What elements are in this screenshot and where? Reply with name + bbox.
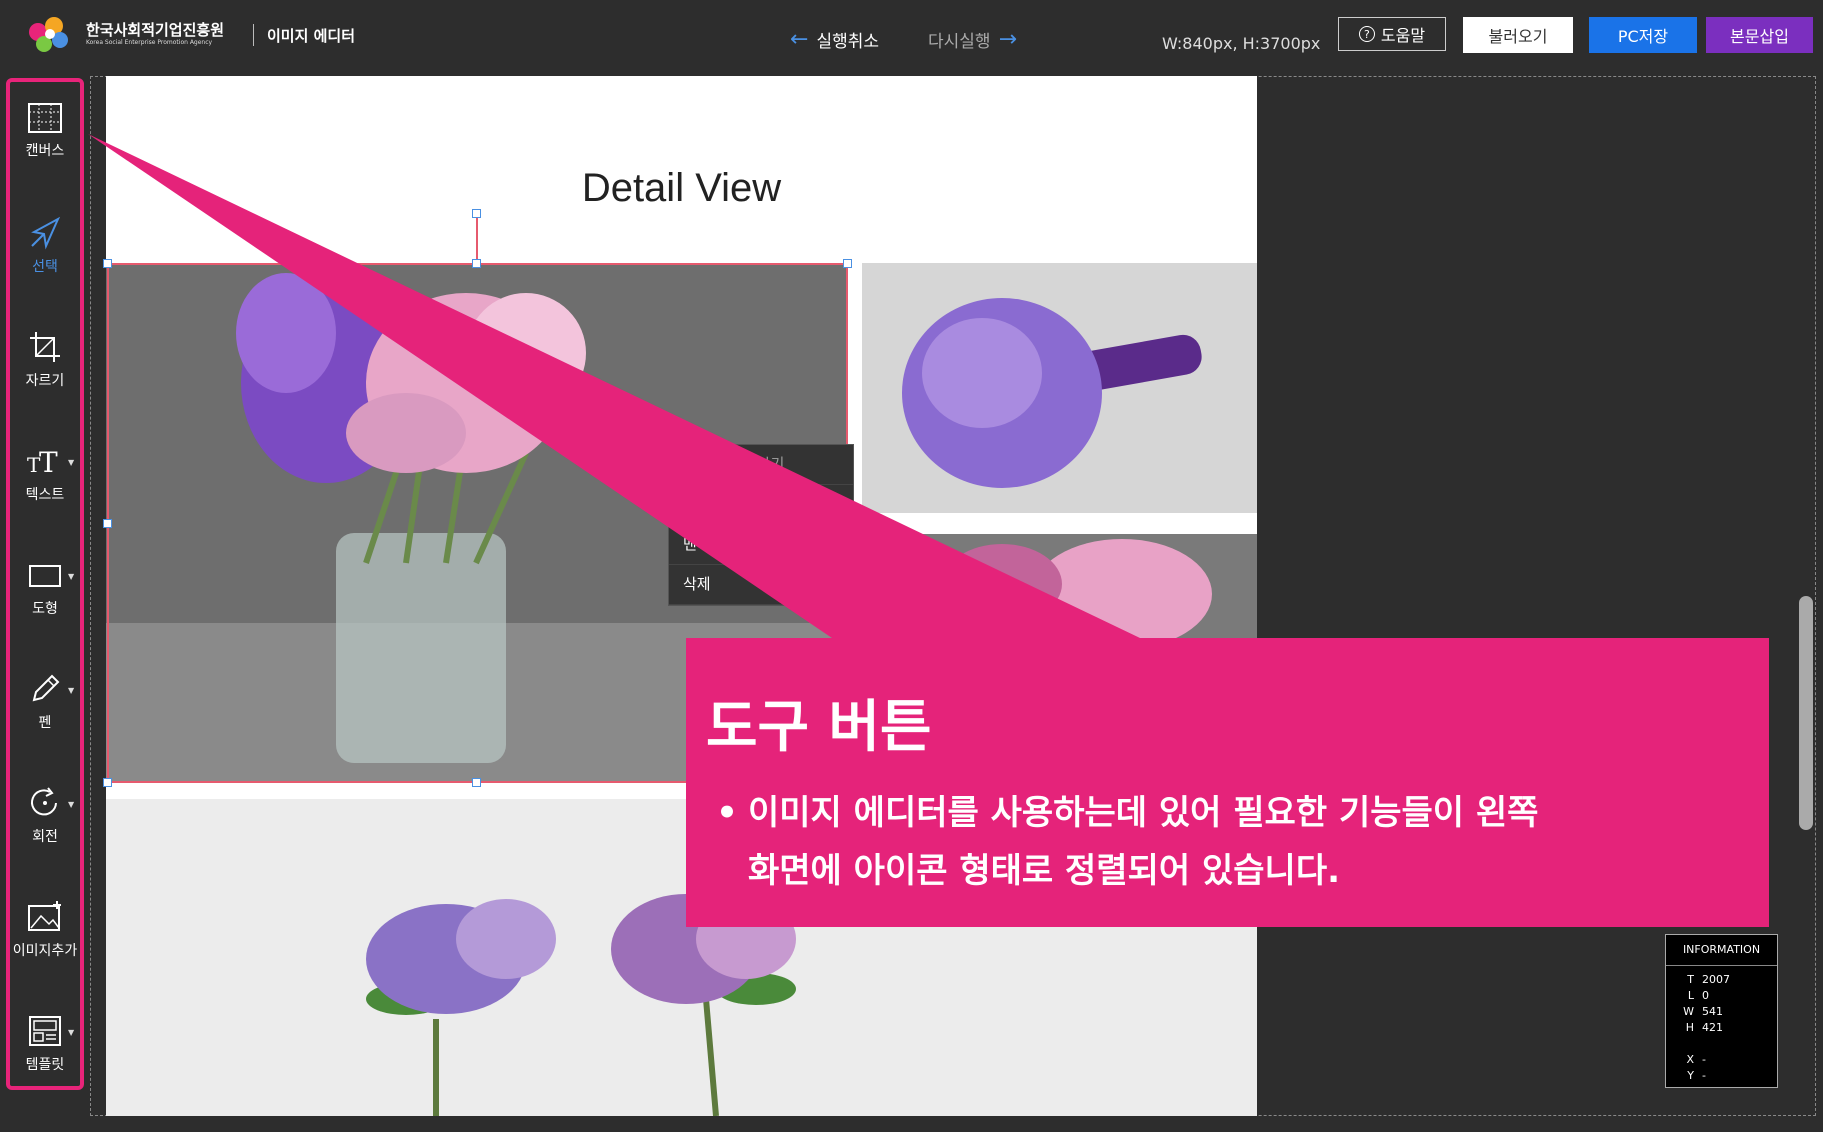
chevron-down-icon: ▼ (68, 1028, 75, 1037)
load-button[interactable]: 불러오기 (1463, 17, 1573, 53)
resize-handle-top[interactable] (472, 259, 481, 268)
info-rows: T 2007 L0 W 541 H 421 X- Y- (1683, 973, 1730, 1082)
help-button[interactable]: ? 도움말 (1338, 17, 1446, 51)
template-icon (29, 1016, 61, 1046)
chevron-down-icon: ▼ (68, 686, 75, 695)
tool-text[interactable]: T T ▼ 텍스트 (10, 428, 80, 538)
org-logo-icon (29, 17, 68, 52)
ctx-bring-to-front[interactable]: 맨 앞으로 가져오기 (669, 485, 853, 525)
info-title: INFORMATION (1666, 935, 1777, 966)
info-height: 421 (1702, 1021, 1723, 1034)
information-panel: INFORMATION T 2007 L0 W 541 H 421 X- Y- (1665, 934, 1778, 1088)
tool-label: 자르기 (25, 373, 65, 389)
info-top: 2007 (1702, 973, 1730, 986)
undo-button[interactable]: ← 실행취소 (790, 27, 879, 52)
svg-text:T: T (39, 446, 58, 478)
pc-save-button[interactable]: PC저장 (1589, 17, 1697, 53)
resize-handle-bottom-left[interactable] (103, 778, 112, 787)
rotate-handle[interactable] (472, 209, 481, 218)
org-name: 한국사회적기업진흥원 (86, 21, 225, 39)
divider (253, 24, 254, 46)
callout-line-2: 화면에 아이콘 형태로 정렬되어 있습니다. (748, 851, 1341, 891)
ctx-delete[interactable]: 삭제 (669, 565, 853, 605)
callout-body: • 이미지 에디터를 사용하는데 있어 필요한 기능들이 왼쪽 화면에 아이콘 형… (706, 784, 1538, 900)
callout-line-1: 이미지 에디터를 사용하는데 있어 필요한 기능들이 왼쪽 (748, 793, 1539, 833)
chevron-down-icon: ▼ (68, 800, 75, 809)
tool-label: 선택 (32, 259, 58, 275)
redo-button[interactable]: 다시실행 → (928, 27, 1017, 52)
tool-template[interactable]: ▼ 템플릿 (10, 998, 80, 1108)
crop-icon (30, 332, 60, 362)
question-circle-icon: ? (1358, 26, 1375, 42)
tool-label: 템플릿 (25, 1057, 65, 1073)
chevron-down-icon: ▼ (68, 458, 75, 467)
app-title: 이미지 에디터 (267, 27, 356, 45)
vertical-scrollbar[interactable] (1799, 596, 1813, 830)
tool-rotate[interactable]: ▼ 회전 (10, 770, 80, 880)
tool-select[interactable]: 선택 (10, 200, 80, 310)
add-image-icon (28, 901, 61, 931)
help-label: 도움말 (1380, 26, 1426, 45)
tool-label: 이미지추가 (12, 943, 78, 959)
canvas-dimensions: W:840px, H:3700px (1162, 34, 1321, 53)
insert-body-button[interactable]: 본문삽입 (1706, 17, 1813, 53)
callout-title: 도구 버튼 (706, 695, 932, 760)
tooltip-callout: 도구 버튼 • 이미지 에디터를 사용하는데 있어 필요한 기능들이 왼쪽 화면에… (686, 638, 1769, 927)
rotate-handle-line (476, 214, 478, 262)
undo-label: 실행취소 (816, 32, 879, 52)
tool-label: 도형 (32, 601, 58, 617)
tool-pen[interactable]: ▼ 펜 (10, 656, 80, 766)
arrow-right-icon: → (998, 26, 1017, 52)
tool-add-image[interactable]: 이미지추가 (10, 884, 80, 994)
canvas-grid-icon (28, 103, 62, 133)
image-purple-bouquet[interactable] (862, 263, 1257, 513)
tool-shape[interactable]: ▼ 도형 (10, 542, 80, 652)
bullet: • (716, 793, 738, 833)
rotate-icon (31, 787, 57, 816)
canvas-title[interactable]: Detail View (106, 166, 1257, 211)
tool-canvas[interactable]: 캔버스 (10, 86, 80, 196)
info-width: 541 (1702, 1005, 1723, 1018)
info-x: - (1702, 1053, 1706, 1066)
tool-label: 캔버스 (25, 143, 65, 159)
top-bar: 한국사회적기업진흥원 Korea Social Enterprise Promo… (0, 0, 1823, 72)
resize-handle-top-left[interactable] (103, 259, 112, 268)
context-menu: 이미지 교체하기 맨 앞으로 가져오기 맨 뒤로 보내기 삭제 (668, 444, 854, 606)
resize-handle-top-right[interactable] (843, 259, 852, 268)
ctx-send-to-back[interactable]: 맨 뒤로 보내기 (669, 525, 853, 565)
chevron-down-icon: ▼ (68, 572, 75, 581)
ctx-replace-image[interactable]: 이미지 교체하기 (669, 445, 853, 485)
pen-icon (32, 674, 60, 702)
redo-label: 다시실행 (928, 32, 991, 52)
shape-rect-icon (29, 565, 61, 587)
info-left: 0 (1702, 989, 1709, 1002)
tool-label: 회전 (32, 829, 58, 845)
tool-label: 펜 (38, 715, 52, 731)
tool-crop[interactable]: 자르기 (10, 314, 80, 424)
text-icon: T T (27, 446, 58, 478)
info-y: - (1702, 1069, 1706, 1082)
org-name-english: Korea Social Enterprise Promotion Agency (86, 39, 213, 46)
resize-handle-left[interactable] (103, 519, 112, 528)
tool-label: 텍스트 (25, 487, 65, 503)
resize-handle-bottom[interactable] (472, 778, 481, 787)
arrow-left-icon: ← (790, 26, 809, 52)
select-cursor-icon (31, 216, 61, 250)
tool-sidebar: 캔버스 선택 자르기 T T ▼ 텍스트 ▼ 도형 ▼ 펜 ▼ 회전 이미지추가… (6, 78, 84, 1090)
